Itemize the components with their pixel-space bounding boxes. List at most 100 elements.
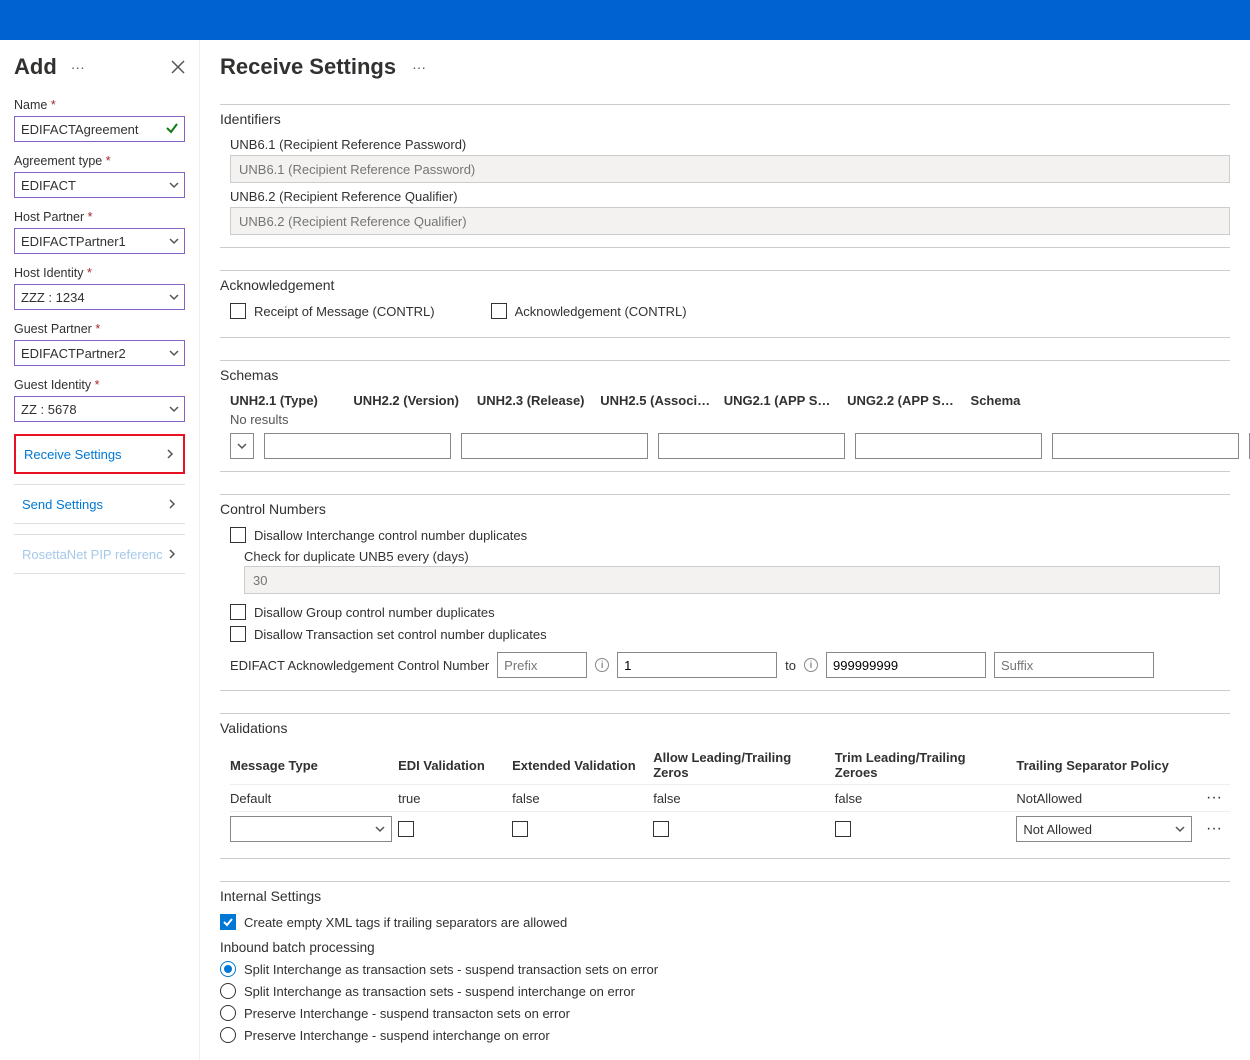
batch-radio-4[interactable]	[220, 1027, 236, 1043]
info-icon[interactable]: i	[804, 658, 818, 672]
val-ext-checkbox[interactable]	[512, 821, 528, 837]
schema-release-input[interactable]	[461, 433, 648, 459]
section-title: Internal Settings	[220, 888, 1230, 904]
col-header: EDI Validation	[398, 758, 506, 773]
batch-label-1: Split Interchange as transaction sets - …	[244, 962, 658, 977]
nav-send-settings[interactable]: Send Settings	[14, 484, 185, 524]
name-label: Name	[14, 98, 47, 112]
val-edi-checkbox[interactable]	[398, 821, 414, 837]
ack-label: Acknowledgement (CONTRL)	[515, 304, 687, 319]
guest-partner-select[interactable]	[14, 340, 185, 366]
nav-label: RosettaNet PIP references	[22, 547, 162, 562]
val-msgtype: Default	[230, 791, 392, 806]
chevron-down-icon	[375, 824, 385, 834]
col-header: UNH2.1 (Type)	[230, 393, 343, 408]
chevron-down-icon	[237, 441, 247, 451]
schema-appsender-id-input[interactable]	[855, 433, 1042, 459]
col-header: Schema	[971, 393, 1107, 408]
azure-top-bar	[0, 0, 1250, 40]
ack-checkbox[interactable]	[491, 303, 507, 319]
chevron-right-icon	[167, 499, 177, 509]
col-header: UNH2.5 (Association …	[600, 393, 713, 408]
batch-radio-2[interactable]	[220, 983, 236, 999]
chevron-right-icon	[167, 549, 177, 559]
val-trim-checkbox[interactable]	[835, 821, 851, 837]
agreement-type-select[interactable]	[14, 172, 185, 198]
disallow-group-checkbox[interactable]	[230, 604, 246, 620]
schema-version-input[interactable]	[264, 433, 451, 459]
val-msgtype-select[interactable]	[230, 816, 392, 842]
control-numbers-section: Control Numbers Disallow Interchange con…	[220, 494, 1230, 691]
close-icon[interactable]	[171, 60, 185, 74]
val-allow-checkbox[interactable]	[653, 821, 669, 837]
acknowledgement-section: Acknowledgement Receipt of Message (CONT…	[220, 270, 1230, 338]
nav-label: Receive Settings	[24, 447, 122, 462]
batch-label-4: Preserve Interchange - suspend interchan…	[244, 1028, 550, 1043]
section-title: Acknowledgement	[220, 277, 1230, 293]
no-results-text: No results	[230, 412, 1230, 427]
col-header: Extended Validation	[512, 758, 647, 773]
unb62-input[interactable]	[230, 207, 1230, 235]
host-partner-select[interactable]	[14, 228, 185, 254]
val-edi: true	[398, 791, 506, 806]
more-icon[interactable]: ···	[406, 59, 432, 75]
section-title: Validations	[220, 720, 1230, 736]
identifiers-section: Identifiers UNB6.1 (Recipient Reference …	[220, 104, 1230, 248]
col-header: Trailing Separator Policy	[1016, 758, 1192, 773]
guest-identity-select[interactable]	[14, 396, 185, 422]
receipt-checkbox[interactable]	[230, 303, 246, 319]
row-more-icon[interactable]: ···	[1198, 820, 1230, 838]
section-title: Control Numbers	[220, 501, 1230, 517]
nav-rosettanet[interactable]: RosettaNet PIP references	[14, 534, 185, 574]
check-dup-input[interactable]	[244, 566, 1220, 594]
name-input[interactable]	[14, 116, 185, 142]
ack-suffix-input[interactable]	[994, 652, 1154, 678]
batch-label-3: Preserve Interchange - suspend transacto…	[244, 1006, 570, 1021]
receipt-label: Receipt of Message (CONTRL)	[254, 304, 435, 319]
disallow-interchange-checkbox[interactable]	[230, 527, 246, 543]
ack-from-input[interactable]	[617, 652, 777, 678]
section-title: Identifiers	[220, 111, 1230, 127]
page-title: Receive Settings	[220, 54, 396, 80]
val-policy: NotAllowed	[1016, 791, 1192, 806]
row-more-icon[interactable]: ···	[1198, 789, 1230, 807]
host-partner-label: Host Partner	[14, 210, 84, 224]
col-header: UNH2.3 (Release)	[477, 393, 590, 408]
host-identity-select[interactable]	[14, 284, 185, 310]
val-allow: false	[653, 791, 829, 806]
ack-control-label: EDIFACT Acknowledgement Control Number	[230, 658, 489, 673]
valid-icon	[165, 121, 179, 135]
schema-appsender-input[interactable]	[1052, 433, 1239, 459]
schema-type-select[interactable]	[230, 433, 254, 459]
receive-settings-blade: Receive Settings ··· Identifiers UNB6.1 …	[200, 40, 1250, 1060]
check-dup-label: Check for duplicate UNB5 every (days)	[244, 549, 1220, 564]
col-header: UNG2.1 (APP Sender ID)	[724, 393, 837, 408]
ack-prefix-input[interactable]	[497, 652, 587, 678]
batch-radio-1[interactable]	[220, 961, 236, 977]
batch-radio-3[interactable]	[220, 1005, 236, 1021]
empty-xml-checkbox[interactable]	[220, 914, 236, 930]
val-policy-select[interactable]: Not Allowed	[1016, 816, 1192, 842]
disallow-txn-checkbox[interactable]	[230, 626, 246, 642]
unb61-input[interactable]	[230, 155, 1230, 183]
internal-settings-section: Internal Settings Create empty XML tags …	[220, 881, 1230, 1060]
disallow-interchange-label: Disallow Interchange control number dupl…	[254, 528, 527, 543]
chevron-down-icon	[1175, 824, 1185, 834]
disallow-group-label: Disallow Group control number duplicates	[254, 605, 495, 620]
val-policy-select-text: Not Allowed	[1023, 822, 1092, 837]
ack-to-input[interactable]	[826, 652, 986, 678]
info-icon[interactable]: i	[595, 658, 609, 672]
disallow-txn-label: Disallow Transaction set control number …	[254, 627, 547, 642]
col-header: UNG2.2 (APP Sender…	[847, 393, 960, 408]
val-ext: false	[512, 791, 647, 806]
col-header: Message Type	[230, 758, 392, 773]
validations-section: Validations Message Type EDI Validation …	[220, 713, 1230, 859]
guest-identity-label: Guest Identity	[14, 378, 91, 392]
schema-association-input[interactable]	[658, 433, 845, 459]
batch-heading: Inbound batch processing	[220, 940, 1230, 955]
agreement-type-label: Agreement type	[14, 154, 102, 168]
nav-receive-settings[interactable]: Receive Settings	[14, 434, 185, 474]
more-icon[interactable]: ···	[65, 59, 91, 75]
to-label: to	[785, 658, 796, 673]
guest-partner-label: Guest Partner	[14, 322, 92, 336]
